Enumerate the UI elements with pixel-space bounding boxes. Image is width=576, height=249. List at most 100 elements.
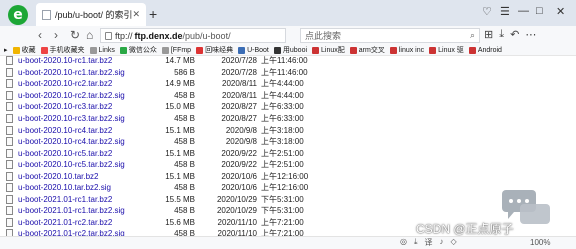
bookmark-item[interactable]: U-Boot bbox=[238, 46, 269, 54]
tab-active[interactable]: /pub/u-boot/ 的索引 ✕ bbox=[36, 3, 146, 26]
search-icon[interactable]: ⌕ bbox=[470, 30, 475, 41]
file-time: 上午3:18:00 bbox=[261, 137, 304, 147]
download-status-icon[interactable]: ⤓ bbox=[414, 237, 418, 248]
file-time: 下午5:31:00 bbox=[261, 194, 304, 204]
file-link[interactable]: u-boot-2020.10.tar.bz2 bbox=[18, 172, 154, 181]
file-time: 上午11:46:00 bbox=[261, 67, 308, 77]
file-link[interactable]: u-boot-2020.10-rc5.tar.bz2.sig bbox=[18, 160, 154, 169]
bookmark-item[interactable]: 用ubooi bbox=[273, 45, 307, 55]
file-time: 上午7:21:00 bbox=[261, 217, 304, 227]
file-time: 上午6:33:00 bbox=[261, 102, 304, 112]
bookmark-icon bbox=[429, 46, 437, 54]
file-size: 458 B bbox=[174, 206, 195, 216]
minimize-icon[interactable]: — bbox=[518, 5, 529, 17]
file-icon bbox=[6, 125, 13, 135]
bookmark-label: 微信公众 bbox=[128, 47, 157, 54]
bookmark-icon bbox=[12, 46, 20, 54]
back-arrow-icon[interactable]: ‹ bbox=[38, 28, 42, 42]
file-icon bbox=[6, 56, 13, 66]
address-scheme: ftp:// bbox=[115, 30, 133, 41]
file-date: 2020/10/6 bbox=[221, 183, 257, 193]
file-row: u-boot-2020.10-rc5.tar.bz2 15.1 MB 2020/9/… bbox=[0, 147, 576, 159]
file-time: 上午12:16:00 bbox=[261, 183, 309, 193]
page-icon bbox=[42, 9, 51, 20]
file-link[interactable]: u-boot-2020.10.tar.bz2.sig bbox=[18, 183, 154, 192]
file-date: 2020/11/10 bbox=[217, 217, 257, 227]
tab-close-icon[interactable]: ✕ bbox=[132, 9, 140, 20]
folder-icon[interactable]: ▸ bbox=[4, 46, 8, 54]
bookmark-item[interactable]: arm交叉 bbox=[349, 45, 385, 55]
file-link[interactable]: u-boot-2021.01-rc2.tar.bz2 bbox=[18, 218, 154, 227]
bookmark-item[interactable]: Android bbox=[468, 46, 502, 54]
extensions-icon[interactable]: ⊞ bbox=[484, 28, 493, 41]
new-tab-icon[interactable]: + bbox=[149, 6, 157, 22]
zoom-level[interactable]: 100% bbox=[530, 238, 550, 247]
file-link[interactable]: u-boot-2020.10-rc3.tar.bz2.sig bbox=[18, 114, 154, 123]
audio-icon[interactable]: ♪ bbox=[440, 237, 444, 248]
close-window-icon[interactable]: ✕ bbox=[556, 5, 565, 18]
bookmark-item[interactable]: 微信公众 bbox=[119, 45, 157, 55]
file-size: 15.1 MB bbox=[165, 148, 195, 158]
file-size: 586 B bbox=[174, 67, 195, 77]
search-box[interactable]: 点此搜索 ⌕ bbox=[300, 28, 480, 43]
file-size: 15.0 MB bbox=[165, 102, 195, 112]
bookmark-item[interactable]: Linux配 bbox=[312, 45, 345, 55]
refresh-icon[interactable]: ↻ bbox=[70, 28, 80, 42]
file-time: 上午2:51:00 bbox=[261, 148, 304, 158]
file-link[interactable]: u-boot-2020.10-rc4.tar.bz2 bbox=[18, 126, 154, 135]
file-link[interactable]: u-boot-2020.10-rc1.tar.bz2 bbox=[18, 56, 154, 65]
file-link[interactable]: u-boot-2020.10-rc3.tar.bz2 bbox=[18, 102, 154, 111]
file-row: u-boot-2020.10.tar.bz2 15.1 MB 2020/10/6 上午… bbox=[0, 170, 576, 182]
bookmark-item[interactable]: Linux 驱 bbox=[429, 45, 464, 55]
file-size: 15.6 MB bbox=[165, 217, 195, 227]
file-icon bbox=[6, 114, 13, 123]
bookmark-icon bbox=[89, 46, 97, 54]
bookmark-item[interactable]: Links bbox=[89, 46, 115, 54]
menu-icon[interactable]: ☰ bbox=[500, 5, 510, 18]
translate-icon[interactable]: 译 bbox=[425, 237, 433, 248]
file-icon bbox=[6, 102, 13, 112]
skin-icon[interactable]: ♡ bbox=[482, 5, 492, 18]
connection-info-icon[interactable] bbox=[105, 31, 112, 40]
more-icon[interactable]: ⋯ bbox=[525, 28, 536, 41]
shield-icon[interactable]: ◇ bbox=[451, 237, 457, 248]
toolbar-icons: ⊞ ⤓ ↶ ⋯ bbox=[484, 28, 536, 41]
bookmark-item[interactable]: linux inc bbox=[389, 46, 424, 54]
file-row: u-boot-2021.01-rc1.tar.bz2.sig 458 B 2020/… bbox=[0, 205, 576, 217]
bookmark-icon bbox=[238, 46, 246, 54]
bookmark-item[interactable]: 手机收藏夹 bbox=[40, 45, 85, 55]
file-time: 上午4:44:00 bbox=[261, 79, 304, 89]
address-bar[interactable]: ftp:// ftp.denx.de /pub/u-boot/ bbox=[100, 28, 286, 43]
bookmark-item[interactable]: 回味经典 bbox=[196, 45, 233, 55]
file-link[interactable]: u-boot-2021.01-rc1.tar.bz2.sig bbox=[18, 206, 154, 215]
home-icon[interactable]: ⌂ bbox=[86, 28, 93, 42]
file-row: u-boot-2021.01-rc1.tar.bz2 15.5 MB 2020/10… bbox=[0, 194, 576, 206]
bookmark-label: Linux配 bbox=[321, 47, 345, 54]
downloads-icon[interactable]: ⤓ bbox=[499, 28, 504, 41]
browser-logo-icon[interactable]: e bbox=[8, 5, 28, 25]
file-link[interactable]: u-boot-2020.10-rc2.tar.bz2 bbox=[18, 79, 154, 88]
file-date: 2020/8/27 bbox=[221, 114, 257, 123]
file-size: 15.1 MB bbox=[165, 171, 195, 181]
bookmark-item[interactable]: 收藏 bbox=[12, 45, 36, 55]
file-size: 458 B bbox=[174, 90, 195, 100]
file-size: 458 B bbox=[174, 114, 195, 123]
bookmark-icon bbox=[40, 46, 48, 54]
undo-icon[interactable]: ↶ bbox=[510, 28, 519, 41]
file-link[interactable]: u-boot-2020.10-rc1.tar.bz2.sig bbox=[18, 68, 154, 77]
bookmark-label: arm交叉 bbox=[358, 47, 385, 54]
file-link[interactable]: u-boot-2020.10-rc5.tar.bz2 bbox=[18, 149, 154, 158]
file-link[interactable]: u-boot-2021.01-rc1.tar.bz2 bbox=[18, 195, 154, 204]
search-placeholder: 点此搜索 bbox=[305, 31, 342, 41]
address-host: ftp.denx.de bbox=[134, 30, 183, 41]
file-icon bbox=[6, 90, 13, 100]
file-date: 2020/7/28 bbox=[221, 56, 257, 66]
file-size: 14.7 MB bbox=[165, 56, 195, 66]
maximize-icon[interactable]: □ bbox=[536, 5, 543, 17]
file-link[interactable]: u-boot-2020.10-rc2.tar.bz2.sig bbox=[18, 91, 154, 100]
file-link[interactable]: u-boot-2020.10-rc4.tar.bz2.sig bbox=[18, 137, 154, 146]
status-bar: ◎ ⤓ 译 ♪ ◇ 100% bbox=[0, 236, 576, 249]
game-icon[interactable]: ◎ bbox=[400, 237, 407, 248]
bookmark-item[interactable]: [FFmp bbox=[161, 46, 191, 54]
forward-arrow-icon[interactable]: › bbox=[54, 28, 58, 42]
